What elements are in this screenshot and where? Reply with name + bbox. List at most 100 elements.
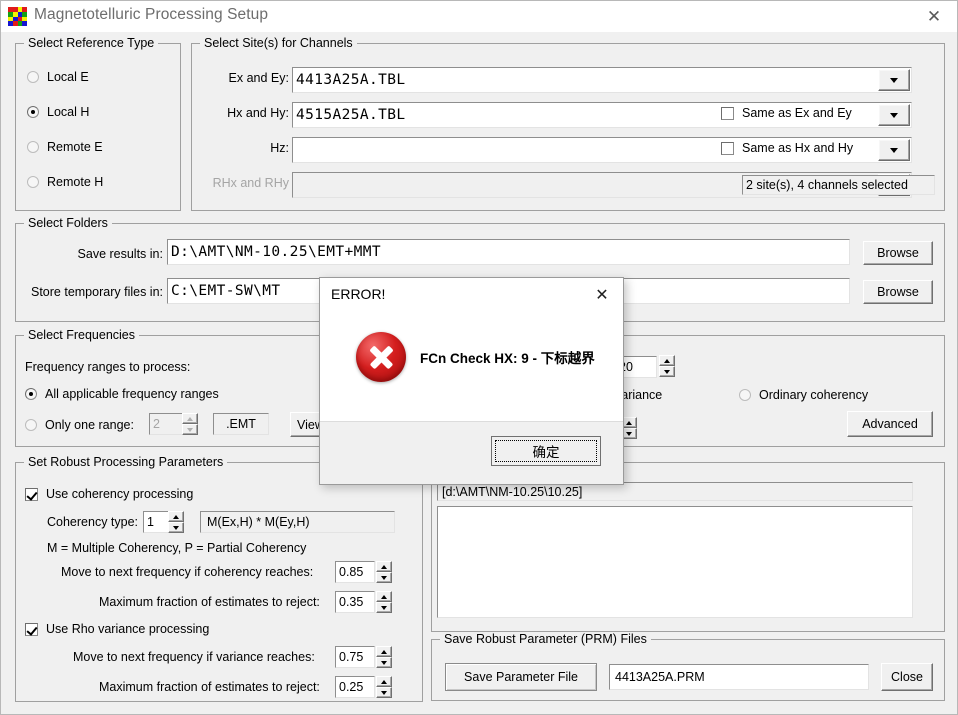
rho-move-spinner-up[interactable] xyxy=(376,646,392,657)
checkbox-same-as-ex-ey[interactable]: Same as Ex and Ey xyxy=(721,106,852,120)
advanced-button[interactable]: Advanced xyxy=(847,411,933,437)
radio-remote-e-indicator xyxy=(27,141,39,153)
frequency-extension-field: .EMT xyxy=(213,413,269,435)
coherency-move-spinner-down[interactable] xyxy=(376,572,392,583)
one-range-spinner-down[interactable] xyxy=(182,424,198,435)
checkbox-same-as-hx-hy-box xyxy=(721,141,734,155)
coherency-type-spinner-up[interactable] xyxy=(168,511,184,522)
title-bar: Magnetotelluric Processing Setup ✕ xyxy=(1,1,957,32)
browse-temp-files-button[interactable]: Browse xyxy=(863,280,933,304)
combo-ex-ey[interactable]: 4413A25A.TBL xyxy=(292,67,912,93)
coherency-reject-value: 0.35 xyxy=(339,595,364,609)
label-hx-and-hy: Hx and Hy: xyxy=(227,106,289,120)
site-selection-status-text: 2 site(s), 4 channels selected xyxy=(746,178,908,192)
radio-remote-e[interactable]: Remote E xyxy=(27,140,103,154)
close-button[interactable]: Close xyxy=(881,663,933,691)
one-range-number-input[interactable]: 2 xyxy=(149,413,183,435)
radio-local-h[interactable]: Local H xyxy=(27,105,89,119)
combo-ex-ey-arrow[interactable] xyxy=(878,69,910,91)
radio-only-one-range-indicator xyxy=(25,419,37,431)
combo-hz-arrow[interactable] xyxy=(878,139,910,161)
select-frequencies-title: Select Frequencies xyxy=(24,328,140,342)
window-close-button[interactable]: ✕ xyxy=(911,1,957,32)
coherency-reject-spinner[interactable] xyxy=(376,591,392,613)
radio-remote-h-label: Remote H xyxy=(47,175,104,189)
select-reference-type-title: Select Reference Type xyxy=(24,36,159,50)
checkbox-use-coherency-processing[interactable]: Use coherency processing xyxy=(25,487,193,501)
coherency-reject-spinner-down[interactable] xyxy=(376,602,392,613)
site-selection-status: 2 site(s), 4 channels selected xyxy=(742,175,935,195)
save-results-path-input[interactable]: D:\AMT\NM-10.25\EMT+MMT xyxy=(167,239,850,265)
one-range-number-spinner[interactable] xyxy=(182,413,198,435)
frequency-extension-value: .EMT xyxy=(226,417,256,431)
coherency-move-input[interactable]: 0.85 xyxy=(335,561,375,583)
checkbox-use-coherency-label: Use coherency processing xyxy=(46,487,194,501)
coherency-move-value: 0.85 xyxy=(339,565,364,579)
select-reference-type-group: Select Reference Type Local E Local H Re… xyxy=(15,36,181,211)
coherency-type-value: 1 xyxy=(147,515,154,529)
rho-reject-spinner-up[interactable] xyxy=(376,676,392,687)
checkbox-use-rho-variance-processing[interactable]: Use Rho variance processing xyxy=(25,622,209,636)
label-coherency-reject: Maximum fraction of estimates to reject: xyxy=(99,595,320,609)
rho-reject-spinner[interactable] xyxy=(376,676,392,698)
file-list-path-text: [d:\AMT\NM-10.25\10.25] xyxy=(442,484,583,499)
focus-outline xyxy=(495,440,597,462)
file-listbox[interactable] xyxy=(437,506,913,618)
error-dialog-ok-button[interactable]: 确定 xyxy=(491,436,601,466)
radio-local-e-label: Local E xyxy=(47,70,89,84)
checkbox-same-as-ex-ey-label: Same as Ex and Ey xyxy=(742,106,852,120)
error-dialog-close-button[interactable]: ✕ xyxy=(587,282,617,308)
rho-move-spinner-down[interactable] xyxy=(376,657,392,668)
select-folders-title: Select Folders xyxy=(24,216,112,230)
mt-processing-setup-window: Magnetotelluric Processing Setup ✕ Selec… xyxy=(0,0,958,715)
radio-local-h-indicator xyxy=(27,106,39,118)
coherency-move-spinner[interactable] xyxy=(376,561,392,583)
radio-remote-h[interactable]: Remote H xyxy=(27,175,103,189)
select-sites-title: Select Site(s) for Channels xyxy=(200,36,357,50)
rho-move-input[interactable]: 0.75 xyxy=(335,646,375,668)
radio-local-h-label: Local H xyxy=(47,105,90,119)
checkbox-same-as-hx-hy-label: Same as Hx and Hy xyxy=(742,141,854,155)
error-dialog-message: FCn Check HX: 9 - 下标越界 xyxy=(420,351,595,366)
coherency-type-spinner-down[interactable] xyxy=(168,522,184,533)
error-dialog-footer: 确定 xyxy=(320,421,623,484)
rho-reject-spinner-down[interactable] xyxy=(376,687,392,698)
combo-hx-hy-arrow[interactable] xyxy=(878,104,910,126)
radio-remote-e-label: Remote E xyxy=(47,140,103,154)
prm-filename-input[interactable]: 4413A25A.PRM xyxy=(609,664,869,690)
rho-move-spinner[interactable] xyxy=(376,646,392,668)
label-frequency-ranges-to-process: Frequency ranges to process: xyxy=(25,360,191,374)
combo-hx-hy-value: 4515A25A.TBL xyxy=(296,107,406,123)
coherency-move-spinner-up[interactable] xyxy=(376,561,392,572)
rho-reject-value: 0.25 xyxy=(339,680,364,694)
rho-reject-input[interactable]: 0.25 xyxy=(335,676,375,698)
radio-only-one-range-label: Only one range: xyxy=(45,418,134,432)
radio-local-e[interactable]: Local E xyxy=(27,70,89,84)
save-parameter-file-button[interactable]: Save Parameter File xyxy=(445,663,597,691)
temp-files-path-value: C:\EMT-SW\MT xyxy=(171,283,281,299)
robust-parameters-title: Set Robust Processing Parameters xyxy=(24,455,228,469)
label-save-results-in: Save results in: xyxy=(77,247,163,261)
radio-ordinary-coherency[interactable]: Ordinary coherency xyxy=(739,388,868,402)
coherency-reject-input[interactable]: 0.35 xyxy=(335,591,375,613)
chevron-down-icon xyxy=(890,77,898,83)
ssmt2000-app-icon xyxy=(8,7,27,26)
error-dialog-body: FCn Check HX: 9 - 下标越界 xyxy=(320,314,623,422)
chevron-down-icon xyxy=(890,112,898,118)
coherency-formula-field: M(Ex,H) * M(Ey,H) xyxy=(200,511,395,533)
coherency-type-input[interactable]: 1 xyxy=(143,511,169,533)
coherency-reject-spinner-up[interactable] xyxy=(376,591,392,602)
checkbox-use-coherency-box xyxy=(25,487,38,501)
one-range-spinner-up[interactable] xyxy=(182,413,198,424)
checkbox-same-as-hx-hy[interactable]: Same as Hx and Hy xyxy=(721,141,853,155)
frequency-count-spinner-up[interactable] xyxy=(659,355,675,366)
frequency-count-spinner[interactable] xyxy=(659,355,675,377)
browse-save-results-button[interactable]: Browse xyxy=(863,241,933,265)
label-hz: Hz: xyxy=(270,141,289,155)
radio-only-one-range[interactable]: Only one range: xyxy=(25,418,134,432)
radio-all-applicable-frequency-ranges[interactable]: All applicable frequency ranges xyxy=(25,387,219,401)
frequency-count-spinner-down[interactable] xyxy=(659,366,675,377)
radio-ordinary-coherency-indicator xyxy=(739,389,751,401)
coherency-type-spinner[interactable] xyxy=(168,511,184,533)
label-ex-and-ey: Ex and Ey: xyxy=(228,71,289,85)
